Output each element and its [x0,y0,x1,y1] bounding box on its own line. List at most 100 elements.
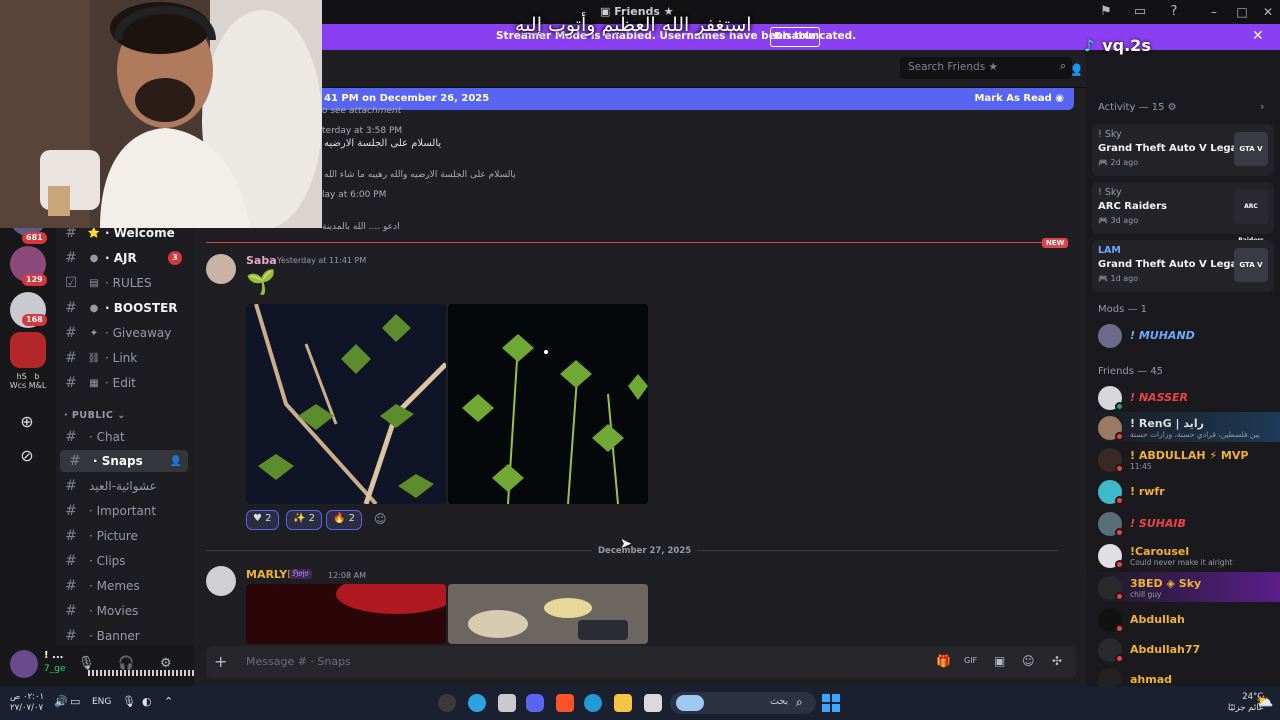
new-messages-since: 41 PM on December 26, 2025 [324,93,490,104]
friend-row[interactable]: ! rwfr [1086,476,1280,506]
status-dot [1115,624,1124,633]
channel-important[interactable]: # · Important [56,500,188,522]
message-composer[interactable]: + Message # · Snaps 🎁 GIF ▣ ☺ ✣ [206,646,1076,678]
emoji-icon[interactable]: ☺ [1022,654,1035,668]
attachment-image[interactable] [448,584,648,644]
channel-snaps[interactable]: # · Snaps 👤 [60,450,188,472]
sticker-icon[interactable]: ▣ [994,654,1005,668]
gif-icon[interactable]: GIF [964,656,977,665]
activity-card[interactable]: LAM Grand Theft Auto V Legacy 🎮 1d ago G… [1092,240,1274,292]
discord-icon[interactable] [526,694,544,712]
avatar[interactable] [10,650,38,678]
language-indicator[interactable]: ENG [92,697,111,707]
status-dot [1115,560,1124,569]
apps-icon[interactable]: ✣ [1052,654,1062,668]
friend-row[interactable]: 3BED ◈ Sky chill guy [1086,572,1280,602]
friend-row[interactable]: Abdullah77 [1086,634,1280,664]
channel-chat[interactable]: # · Chat [56,426,188,448]
friend-row[interactable]: ! ABDULLAH ⚡ MVP 11:45 [1086,444,1280,474]
hash-icon: # [65,578,77,594]
channel-clips[interactable]: # · Clips [56,550,188,572]
message-author[interactable]: Saba [246,254,277,267]
microphone-icon[interactable]: 🎙 [78,656,95,671]
sprout-emoji: 🌱 [246,268,276,296]
friend-row[interactable]: !Carousel Could never make it alright [1086,540,1280,570]
activity-card[interactable]: ! Sky ARC Raiders 🎮 3d ago ARC Raiders [1092,182,1274,244]
screen-icon[interactable]: ▭ [1132,4,1148,20]
close-window-button[interactable]: ✕ [1254,2,1280,22]
channel-link[interactable]: # ⛓ · Link [56,347,188,369]
chevron-right-icon[interactable]: › [1260,100,1264,113]
add-server-icon[interactable]: ⊕ [12,408,42,438]
friend-row[interactable]: ! SUHAIB [1086,508,1280,538]
help-icon[interactable]: ? [1166,4,1182,20]
minimize-button[interactable]: – [1200,2,1228,22]
attachment-link[interactable]: o see attachment [322,106,401,116]
disable-button[interactable]: Disable [770,27,820,47]
close-icon[interactable]: ✕ [1252,28,1264,44]
avatar[interactable] [206,254,236,284]
taskbar-search[interactable]: بحث ⌕ [670,692,816,714]
server-icon[interactable] [10,332,46,368]
attachment-image[interactable] [246,304,446,504]
brave-icon[interactable] [556,694,574,712]
plus-icon[interactable]: + [214,652,227,671]
hash-icon: # [65,628,77,644]
maximize-button[interactable]: □ [1228,2,1256,22]
channel-rules[interactable]: ▸☑▤· RULES [56,272,188,294]
chevron-up-icon[interactable]: ⌃ [164,695,173,708]
windows-start-icon[interactable] [822,694,840,712]
search-friends-input[interactable]: Search Friends ★ ⌕ [900,57,1072,79]
channel-eid[interactable]: # عشوائية-العيد [56,475,188,497]
friend-row[interactable]: ! NASSER [1086,382,1280,412]
network-icon[interactable]: ▭ [70,695,80,708]
rules-icon: ☑ [64,275,78,291]
channel-booster[interactable]: ▸#●· BOOSTER [56,297,188,319]
cake-photo [246,584,446,644]
system-clock[interactable]: ٠٢:٠١ ص ٢٧/٠٧/٠٧ [10,692,44,714]
gear-icon[interactable]: ⚙ [160,656,172,671]
edge-icon[interactable] [584,694,602,712]
server-folder-label[interactable]: hS b Wcs M&L [0,372,56,390]
discover-icon[interactable]: ⊘ [12,442,42,472]
channel-edit[interactable]: # ▦ · Edit [56,372,188,394]
channel-movies[interactable]: # · Movies [56,600,188,622]
reaction-fire[interactable]: 🔥 2 [326,510,363,530]
friend-row[interactable]: Abdullah [1086,604,1280,634]
channel-banner[interactable]: # · Banner [56,625,188,646]
gift-icon[interactable]: 🎁 [936,654,951,668]
activity-card[interactable]: ! Sky Grand Theft Auto V Legacy 🎮 2d ago… [1092,124,1274,176]
telegram-icon[interactable] [468,694,486,712]
reaction-heart[interactable]: ♥ 2 [246,510,279,530]
friend-row[interactable]: ! RenG | رايد بين فلسطين، قرادي حسنة، وز… [1086,412,1280,442]
add-reaction-icon[interactable]: ☺ [374,512,387,526]
volume-icon[interactable]: 🔊 [54,695,68,708]
app-tray-icon[interactable]: ◐ [142,695,152,708]
add-member-icon[interactable]: 👤 [170,456,182,467]
status-dot [1115,496,1124,505]
new-messages-bar[interactable]: 41 PM on December 26, 2025 Mark As Read … [318,88,1074,110]
attachment-image[interactable] [448,304,648,504]
game-art: ARC Raiders [1234,190,1268,244]
attachment-image[interactable] [246,584,446,644]
inbox-icon[interactable]: ⚑ [1098,4,1114,20]
channel-giveaway[interactable]: # ✦ · Giveaway [56,322,188,344]
avatar [1098,324,1122,348]
headphones-icon[interactable]: 🎧 [118,656,134,671]
channel-memes[interactable]: # · Memes [56,575,188,597]
app-icon[interactable] [498,694,516,712]
microphone-icon[interactable]: 🎙 [122,695,136,708]
channel-ajr[interactable]: ▸#●· AJR3 [56,247,188,269]
channel-picture[interactable]: # · Picture [56,525,188,547]
file-explorer-icon[interactable] [614,694,632,712]
avatar[interactable] [206,566,236,596]
reaction-sparkles[interactable]: ✨ 2 [286,510,323,530]
mark-as-read-button[interactable]: Mark As Read ◉ [974,93,1064,104]
app-icon[interactable] [644,694,662,712]
tiktok-watermark: ♪ vq.2s [1084,36,1151,55]
message-input[interactable]: Message # · Snaps [246,655,351,668]
obs-icon[interactable] [438,694,456,712]
category-public[interactable]: · PUBLIC ⌄ [64,410,126,421]
friend-row[interactable]: ahmad [1086,664,1280,686]
mod-row[interactable]: ! MUHAND [1086,320,1280,350]
